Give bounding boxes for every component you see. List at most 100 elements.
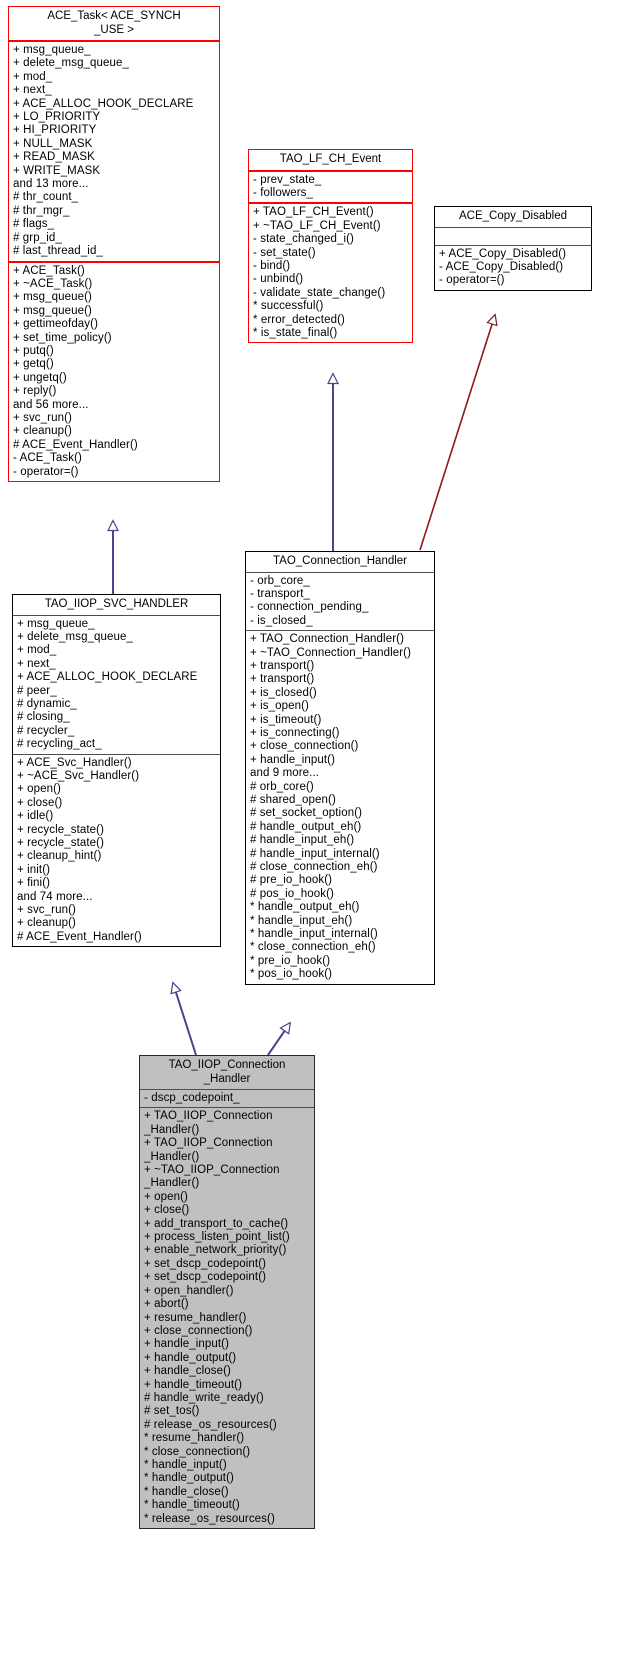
- operations-tao-iiop-svc-handler: + ACE_Svc_Handler() + ~ACE_Svc_Handler() +…: [13, 755, 220, 947]
- member-row: + TAO_Connection_Handler(): [250, 633, 404, 646]
- member-row: + cleanup(): [17, 917, 76, 930]
- member-row: + recycle_state(): [17, 823, 105, 836]
- member-row: # pre_io_hook(): [250, 874, 333, 887]
- uml-diagram-canvas: ACE_Task< ACE_SYNCH _USE > + msg_queue_ +…: [0, 0, 631, 1661]
- member-row: - orb_core_: [250, 574, 310, 587]
- member-row: - followers_: [253, 186, 313, 199]
- member-row: # recycler_: [17, 724, 75, 737]
- class-node-tao-iiop-connection-handler[interactable]: TAO_IIOP_Connection _Handler - dscp_code…: [139, 1055, 315, 1529]
- member-row: + open_handler(): [144, 1284, 234, 1297]
- member-row: - operator=(): [13, 465, 79, 478]
- member-row: * close_connection(): [144, 1445, 251, 1458]
- member-row: # recycling_act_: [17, 738, 102, 751]
- member-row: + close_connection(): [144, 1324, 253, 1337]
- member-row: * handle_input_eh(): [250, 914, 353, 927]
- member-row: + svc_run(): [13, 411, 72, 424]
- member-row: * resume_handler(): [144, 1432, 245, 1445]
- attributes-tao-lf-ch-event: - prev_state_ - followers_: [249, 172, 412, 203]
- member-row: * handle_input(): [144, 1458, 227, 1471]
- member-row: + transport(): [250, 673, 315, 686]
- member-row: + ACE_Svc_Handler(): [17, 756, 132, 769]
- member-row: + set_time_policy(): [13, 331, 112, 344]
- member-row: # thr_count_: [13, 191, 79, 204]
- member-row: + resume_handler(): [144, 1311, 247, 1324]
- member-row: + TAO_LF_CH_Event(): [253, 206, 374, 219]
- member-row: * pos_io_hook(): [250, 968, 333, 981]
- member-row: * error_detected(): [253, 313, 345, 326]
- member-row: + init(): [17, 863, 51, 876]
- member-row: and 74 more...: [17, 890, 93, 903]
- member-row: # last_thread_id_: [13, 245, 103, 258]
- member-row: + HI_PRIORITY: [13, 124, 97, 137]
- edge-connection-handler-to-copy-disabled: [419, 315, 495, 551]
- member-row: + msg_queue_: [17, 617, 95, 630]
- operations-ace-task: + ACE_Task() + ~ACE_Task() + msg_queue() + …: [9, 263, 219, 482]
- member-row: + handle_input(): [250, 753, 336, 766]
- member-row: + delete_msg_queue_: [17, 630, 134, 643]
- member-row: + mod_: [13, 70, 53, 83]
- member-row: - operator=(): [439, 274, 505, 287]
- member-row: and 56 more...: [13, 398, 89, 411]
- member-row: + recycle_state(): [17, 837, 105, 849]
- class-title-ace-task: ACE_Task< ACE_SYNCH _USE >: [47, 10, 181, 36]
- member-row: + abort(): [144, 1298, 189, 1311]
- member-row: # handle_input_internal(): [250, 847, 380, 860]
- member-row: and 9 more...: [250, 767, 320, 780]
- class-node-tao-connection-handler[interactable]: TAO_Connection_Handler - orb_core_ - tran…: [245, 551, 435, 985]
- member-row: - ACE_Task(): [13, 452, 82, 465]
- attributes-tao-iiop-connection-handler: - dscp_codepoint_: [140, 1090, 314, 1107]
- member-row: # grp_id_: [13, 231, 62, 244]
- member-row: # flags_: [13, 218, 55, 231]
- member-row: + set_dscp_codepoint(): [144, 1271, 267, 1284]
- member-row: + set_dscp_codepoint(): [144, 1257, 267, 1270]
- member-row: # dynamic_: [17, 697, 77, 710]
- member-row: + is_connecting(): [250, 726, 340, 739]
- class-title-ace-copy-disabled: ACE_Copy_Disabled: [458, 210, 568, 222]
- edge-iiop-connection-handler-to-connection-handler: [267, 1023, 290, 1056]
- class-node-ace-copy-disabled[interactable]: ACE_Copy_Disabled + ACE_Copy_Disabled() -…: [434, 206, 592, 291]
- member-row: + mod_: [17, 644, 57, 657]
- member-row: + add_transport_to_cache(): [144, 1217, 289, 1230]
- member-row: * handle_output_eh(): [250, 901, 360, 914]
- member-row: - set_state(): [253, 246, 316, 259]
- member-row: + LO_PRIORITY: [13, 111, 101, 124]
- member-row: + WRITE_MASK: [13, 164, 101, 177]
- edge-iiop-connection-handler-to-svc-handler: [173, 983, 197, 1056]
- member-row: - is_closed_: [250, 614, 313, 627]
- member-row: + putq(): [13, 344, 54, 357]
- class-node-tao-lf-ch-event[interactable]: TAO_LF_CH_Event - prev_state_ - followers…: [248, 149, 413, 344]
- member-row: # ACE_Event_Handler(): [17, 930, 142, 943]
- attributes-ace-task: + msg_queue_ + delete_msg_queue_ + mod_ + n…: [9, 42, 219, 261]
- member-row: # ACE_Event_Handler(): [13, 438, 138, 451]
- member-row: + ~ACE_Task(): [13, 277, 93, 290]
- member-row: + ~TAO_Connection_Handler(): [250, 646, 412, 659]
- member-row: + delete_msg_queue_: [13, 57, 130, 70]
- member-row: + TAO_IIOP_Connection _Handler(): [144, 1137, 273, 1163]
- class-node-tao-iiop-svc-handler[interactable]: TAO_IIOP_SVC_HANDLER + msg_queue_ + delet…: [12, 594, 221, 948]
- operations-tao-lf-ch-event: + TAO_LF_CH_Event() + ~TAO_LF_CH_Event() -…: [249, 204, 412, 342]
- member-row: + NULL_MASK: [13, 137, 93, 150]
- member-row: + idle(): [17, 810, 54, 823]
- member-row: + msg_queue(): [13, 291, 92, 304]
- member-row: + close(): [17, 796, 63, 809]
- member-row: - connection_pending_: [250, 601, 369, 614]
- member-row: - prev_state_: [253, 173, 322, 186]
- class-node-ace-task[interactable]: ACE_Task< ACE_SYNCH _USE > + msg_queue_ +…: [8, 6, 220, 482]
- member-row: * handle_output(): [144, 1472, 234, 1485]
- member-row: and 13 more...: [13, 178, 89, 191]
- member-row: # handle_write_ready(): [144, 1391, 264, 1404]
- attributes-tao-connection-handler: - orb_core_ - transport_ - connection_pend…: [246, 573, 434, 631]
- member-row: + ACE_ALLOC_HOOK_DECLARE: [17, 671, 198, 684]
- member-row: + close_connection(): [250, 740, 359, 753]
- member-row: - state_changed_i(): [253, 233, 354, 246]
- member-row: + handle_input(): [144, 1338, 230, 1351]
- member-row: * successful(): [253, 300, 324, 313]
- member-row: + is_open(): [250, 700, 309, 713]
- member-row: - dscp_codepoint_: [144, 1092, 240, 1104]
- member-row: # handle_output_eh(): [250, 820, 362, 833]
- operations-tao-iiop-connection-handler: + TAO_IIOP_Connection _Handler() + TAO_II…: [140, 1108, 314, 1528]
- class-title-tao-iiop-connection-handler: TAO_IIOP_Connection _Handler: [168, 1059, 286, 1085]
- member-row: # orb_core(): [250, 780, 314, 793]
- member-row: # release_os_resources(): [144, 1418, 277, 1431]
- member-row: # thr_mgr_: [13, 204, 70, 217]
